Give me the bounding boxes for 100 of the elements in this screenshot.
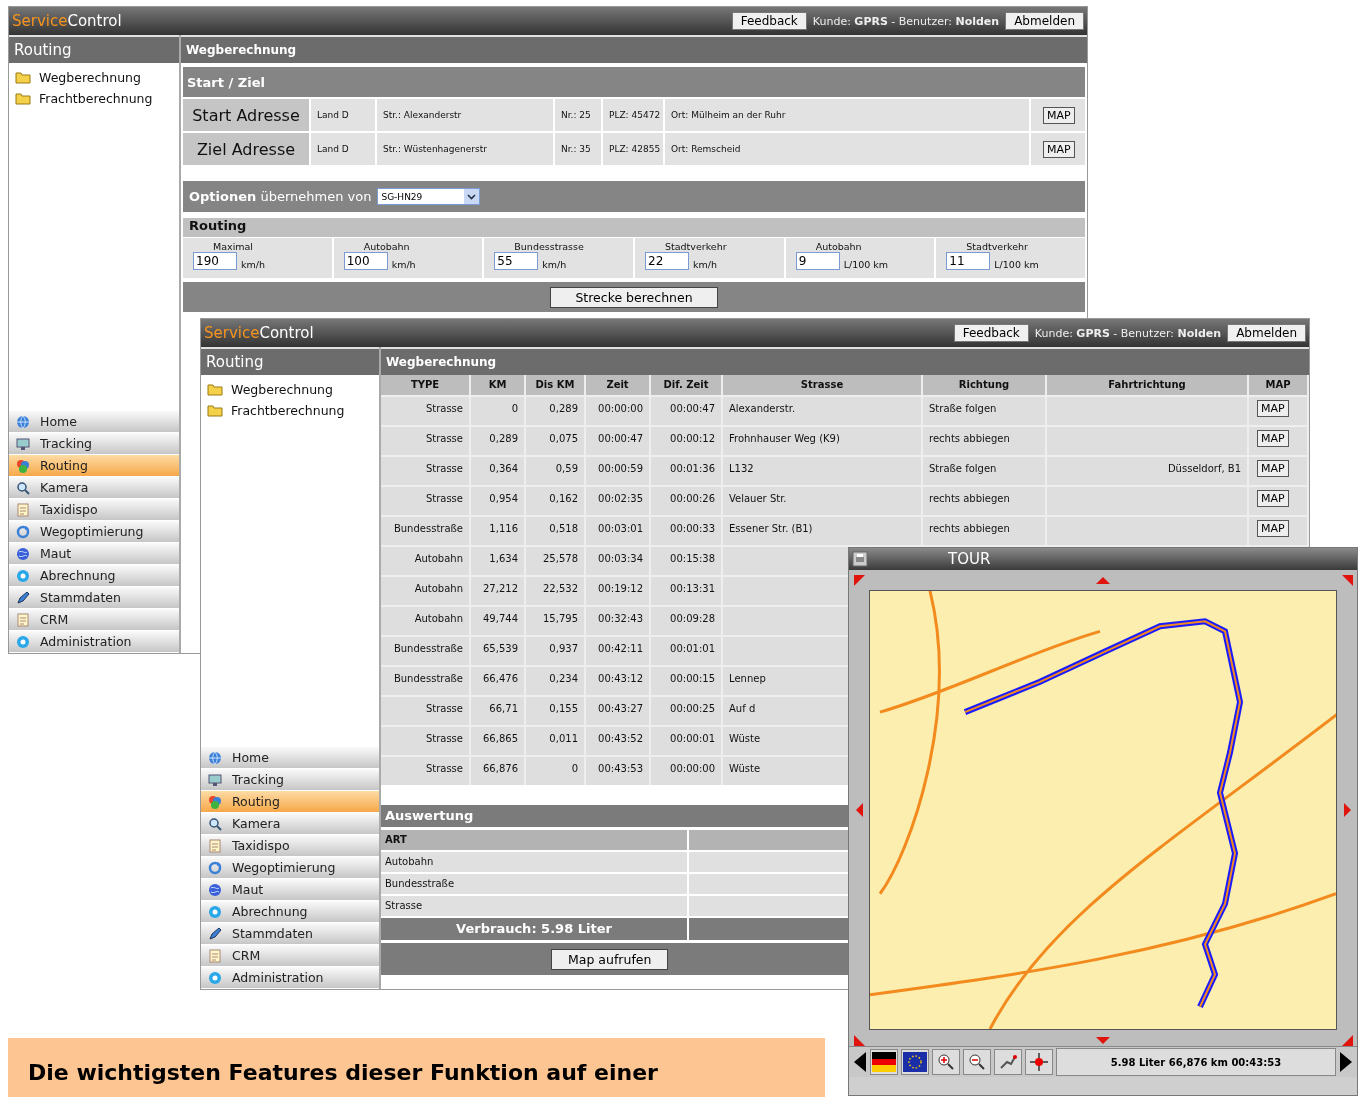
- nav-item[interactable]: Taxidispo: [9, 499, 179, 521]
- table-cell: 1,634: [471, 545, 526, 575]
- map-button[interactable]: MAP: [1043, 140, 1075, 158]
- feedback-button[interactable]: Feedback: [953, 324, 1029, 342]
- options-label: Optionen übernehmen von: [189, 189, 372, 204]
- table-cell: 00:01:36: [651, 455, 723, 485]
- table-cell: Nr.: 25: [555, 99, 601, 131]
- input-field[interactable]: 190: [193, 252, 237, 270]
- nav-item[interactable]: CRM: [9, 609, 179, 631]
- zoom-in-icon[interactable]: [932, 1049, 960, 1075]
- nav-item[interactable]: Routing: [201, 791, 379, 813]
- monitor-icon: [15, 435, 31, 452]
- table-cell: PLZ: 42855: [603, 133, 663, 165]
- pan-up-icon[interactable]: [1095, 574, 1111, 586]
- flag-icon[interactable]: [901, 1049, 929, 1075]
- flag-icon[interactable]: [870, 1049, 898, 1075]
- input-field[interactable]: 9: [795, 252, 840, 270]
- table-cell: 0: [526, 755, 586, 785]
- tree-item[interactable]: Frachtberechnung: [39, 91, 153, 106]
- logout-button[interactable]: Abmelden: [1005, 12, 1084, 30]
- table-cell: 66,876: [471, 755, 526, 785]
- table-cell: 0,155: [526, 695, 586, 725]
- map-button[interactable]: MAP: [1257, 460, 1289, 477]
- sidebar-title: Routing: [9, 35, 179, 63]
- crosshair-icon[interactable]: [1025, 1049, 1053, 1075]
- pen-icon: [207, 925, 223, 942]
- nav-item[interactable]: Maut: [201, 879, 379, 901]
- zoom-out-icon[interactable]: [963, 1049, 991, 1075]
- input-field[interactable]: 11: [946, 252, 991, 270]
- pan-right-icon[interactable]: [1341, 802, 1353, 818]
- globe-icon: [15, 413, 31, 430]
- route-icon[interactable]: [994, 1049, 1022, 1075]
- field-label: Bundesstrasse: [513, 241, 585, 252]
- map-open-button[interactable]: Map aufrufen: [551, 948, 669, 970]
- input-field[interactable]: 100: [343, 252, 388, 270]
- table-cell: 00:00:00: [586, 395, 651, 425]
- nav-item[interactable]: Wegoptimierung: [9, 521, 179, 543]
- select-field[interactable]: SG-HN29: [377, 188, 481, 205]
- column-header: Fahrtrichtung: [1047, 375, 1249, 395]
- table-cell: 22,532: [526, 575, 586, 605]
- nav-item[interactable]: Tracking: [9, 433, 179, 455]
- table-cell: Bundesstraße: [381, 515, 471, 545]
- caret-icon: [467, 193, 477, 200]
- forward-arrow-icon[interactable]: [1339, 1051, 1353, 1073]
- table-cell: 0,289: [526, 395, 586, 425]
- field-label: Autobahn: [814, 241, 863, 252]
- table-cell: 00:03:01: [586, 515, 651, 545]
- nav-item[interactable]: Wegoptimierung: [201, 857, 379, 879]
- map-placeholder[interactable]: [869, 590, 1337, 1030]
- map-button[interactable]: MAP: [1257, 520, 1289, 537]
- nav-item[interactable]: Maut: [9, 543, 179, 565]
- input-field[interactable]: 55: [494, 252, 539, 270]
- folder-icon: [207, 383, 223, 396]
- printer-icon[interactable]: [852, 551, 868, 567]
- nav-item[interactable]: Routing: [9, 455, 179, 477]
- nav-item[interactable]: Abrechnung: [201, 901, 379, 923]
- column-header: Dis KM: [526, 375, 586, 395]
- table-cell: 25,578: [526, 545, 586, 575]
- gear-icon: [207, 969, 223, 986]
- nav-item[interactable]: Stammdaten: [9, 587, 179, 609]
- map-button[interactable]: MAP: [1257, 490, 1289, 507]
- table-cell: Nr.: 35: [555, 133, 601, 165]
- nav-item[interactable]: Stammdaten: [201, 923, 379, 945]
- logout-button[interactable]: Abmelden: [1227, 324, 1306, 342]
- corner-arrow-icon[interactable]: [852, 573, 866, 587]
- nav-item[interactable]: CRM: [201, 945, 379, 967]
- feedback-button[interactable]: Feedback: [731, 12, 807, 30]
- nav-item[interactable]: Taxidispo: [201, 835, 379, 857]
- table-cell: 00:00:25: [651, 695, 723, 725]
- table-cell: 00:02:35: [586, 485, 651, 515]
- globe-icon: [15, 545, 31, 562]
- corner-arrow-icon[interactable]: [852, 1033, 866, 1047]
- map-button[interactable]: MAP: [1257, 400, 1289, 417]
- back-arrow-icon[interactable]: [853, 1051, 867, 1073]
- nav-item[interactable]: Kamera: [9, 477, 179, 499]
- user-info: Kunde: GPRS - Benutzer: Nolden: [1034, 326, 1222, 340]
- corner-arrow-icon[interactable]: [1340, 1033, 1354, 1047]
- table-cell: Frohnhauser Weg (K9): [723, 425, 923, 455]
- dropdown-button[interactable]: [464, 189, 480, 204]
- nav-item[interactable]: Abrechnung: [9, 565, 179, 587]
- nav-item[interactable]: Administration: [9, 631, 179, 653]
- input-field[interactable]: 22: [645, 252, 689, 270]
- tree-item[interactable]: Wegberechnung: [231, 382, 333, 397]
- nav-item[interactable]: Kamera: [201, 813, 379, 835]
- nav-item[interactable]: Home: [9, 411, 179, 433]
- nav-item[interactable]: Tracking: [201, 769, 379, 791]
- tree-item[interactable]: Frachtberechnung: [231, 403, 345, 418]
- calculate-button[interactable]: Strecke berechnen: [550, 286, 718, 308]
- map-button[interactable]: MAP: [1043, 106, 1075, 124]
- table-cell: Ort: Mülheim an der Ruhr: [665, 99, 1029, 131]
- tree-item[interactable]: Wegberechnung: [39, 70, 141, 85]
- table-cell: 00:43:27: [586, 695, 651, 725]
- table-cell: 00:00:59: [586, 455, 651, 485]
- table-cell: Velauer Str.: [723, 485, 923, 515]
- nav-item[interactable]: Administration: [201, 967, 379, 989]
- corner-arrow-icon[interactable]: [1340, 573, 1354, 587]
- map-button[interactable]: MAP: [1257, 430, 1289, 447]
- table-cell: 00:00:47: [651, 395, 723, 425]
- sidebar-title: Routing: [201, 347, 379, 375]
- nav-item[interactable]: Home: [201, 747, 379, 769]
